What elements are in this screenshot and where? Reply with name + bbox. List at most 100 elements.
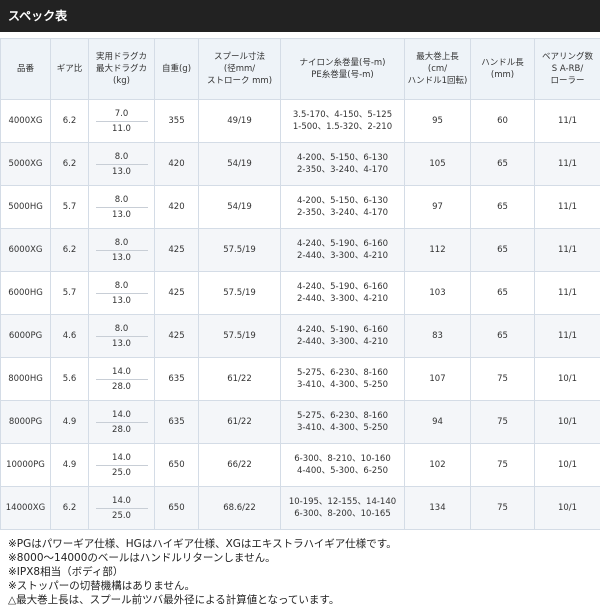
drag-practical: 14.0 xyxy=(95,365,148,380)
nylon-capacity: 5-275、6-230、8-160 xyxy=(296,411,389,421)
gear-ratio-cell: 6.2 xyxy=(50,99,89,143)
drag-max: 25.0 xyxy=(112,467,131,478)
spool-cell: 57.5/19 xyxy=(198,271,281,315)
gear-ratio-cell: 5.7 xyxy=(50,185,89,229)
retrieve-cell: 105 xyxy=(404,142,471,186)
handle-length-cell: 65 xyxy=(470,271,535,315)
model-cell: 5000XG xyxy=(0,142,51,186)
table-row: 10000PG 4.9 14.0 25.0 650 66/22 6-300、8-210、10… xyxy=(0,443,600,487)
gear-ratio-cell: 6.2 xyxy=(50,228,89,272)
spool-cell: 49/19 xyxy=(198,99,281,143)
line-capacity-cell: 4-200、5-150、6-130 2-350、3-240、4-170 xyxy=(280,142,405,186)
note-line: ※ストッパーの切替機構はありません。 xyxy=(8,580,195,592)
column-header: ベアリング数 S A-RB/ローラー xyxy=(534,38,600,100)
spool-cell: 68.6/22 xyxy=(198,486,281,530)
drag-max: 13.0 xyxy=(112,338,131,349)
bearing-cell: 10/1 xyxy=(534,486,600,530)
spool-cell: 66/22 xyxy=(198,443,281,487)
gear-ratio-cell: 4.9 xyxy=(50,400,89,444)
drag-cell: 14.0 25.0 xyxy=(88,443,155,487)
retrieve-cell: 97 xyxy=(404,185,471,229)
nylon-capacity: 4-240、5-190、6-160 xyxy=(296,282,389,292)
bearing-cell: 11/1 xyxy=(534,142,600,186)
spool-cell: 57.5/19 xyxy=(198,314,281,358)
retrieve-cell: 83 xyxy=(404,314,471,358)
table-row: 6000PG 4.6 8.0 13.0 425 57.5/19 4-240、5-190、6-… xyxy=(0,314,600,358)
model-cell: 8000PG xyxy=(0,400,51,444)
table-row: 8000HG 5.6 14.0 28.0 635 61/22 5-275、6-230、8-1… xyxy=(0,357,600,401)
drag-practical: 14.0 xyxy=(95,408,148,423)
drag-practical: 14.0 xyxy=(95,494,148,509)
gear-ratio-cell: 5.7 xyxy=(50,271,89,315)
model-cell: 10000PG xyxy=(0,443,51,487)
handle-length-cell: 65 xyxy=(470,228,535,272)
retrieve-cell: 103 xyxy=(404,271,471,315)
drag-cell: 8.0 13.0 xyxy=(88,142,155,186)
retrieve-cell: 112 xyxy=(404,228,471,272)
table-row: 8000PG 4.9 14.0 28.0 635 61/22 5-275、6-230、8-1… xyxy=(0,400,600,444)
line-capacity-cell: 6-300、8-210、10-160 4-400、5-300、6-250 xyxy=(280,443,405,487)
drag-max: 28.0 xyxy=(112,381,131,392)
bearing-cell: 10/1 xyxy=(534,443,600,487)
model-cell: 6000HG xyxy=(0,271,51,315)
weight-cell: 425 xyxy=(154,271,199,315)
spool-cell: 57.5/19 xyxy=(198,228,281,272)
column-header: 実用ドラグカ 最大ドラグカ (kg) xyxy=(88,38,155,100)
note-line: ※8000～14000のベールはハンドルリターンしません。 xyxy=(8,552,276,564)
line-capacity-cell: 4-200、5-150、6-130 2-350、3-240、4-170 xyxy=(280,185,405,229)
gear-ratio-cell: 6.2 xyxy=(50,142,89,186)
retrieve-cell: 102 xyxy=(404,443,471,487)
gear-ratio-cell: 4.9 xyxy=(50,443,89,487)
drag-max: 13.0 xyxy=(112,209,131,220)
model-cell: 4000XG xyxy=(0,99,51,143)
bearing-cell: 11/1 xyxy=(534,228,600,272)
pe-capacity: 2-440、3-300、4-210 xyxy=(296,251,389,261)
table-header-row: 品番 ギア比 実用ドラグカ 最大ドラグカ (kg) 自重(g) スプール寸法 (径mm/ストロ… xyxy=(0,38,600,100)
model-cell: 6000PG xyxy=(0,314,51,358)
nylon-capacity: 4-240、5-190、6-160 xyxy=(296,239,389,249)
drag-cell: 14.0 28.0 xyxy=(88,357,155,401)
model-cell: 8000HG xyxy=(0,357,51,401)
bearing-cell: 10/1 xyxy=(534,357,600,401)
pe-capacity: 2-350、3-240、4-170 xyxy=(296,208,389,218)
table-row: 4000XG 6.2 7.0 11.0 355 49/19 3.5-170、4-150、5-… xyxy=(0,99,600,143)
drag-cell: 8.0 13.0 xyxy=(88,228,155,272)
bearing-cell: 11/1 xyxy=(534,314,600,358)
column-header: スプール寸法 (径mm/ストローク mm) xyxy=(198,38,281,100)
drag-cell: 8.0 13.0 xyxy=(88,185,155,229)
line-capacity-cell: 4-240、5-190、6-160 2-440、3-300、4-210 xyxy=(280,314,405,358)
table-row: 6000XG 6.2 8.0 13.0 425 57.5/19 4-240、5-190、6-… xyxy=(0,228,600,272)
drag-practical: 7.0 xyxy=(95,107,148,122)
model-cell: 5000HG xyxy=(0,185,51,229)
table-body: 4000XG 6.2 7.0 11.0 355 49/19 3.5-170、4-150、5-… xyxy=(0,99,600,530)
line-capacity-cell: 4-240、5-190、6-160 2-440、3-300、4-210 xyxy=(280,271,405,315)
retrieve-cell: 94 xyxy=(404,400,471,444)
pe-capacity: 1-500、1.5-320、2-210 xyxy=(292,122,393,132)
weight-cell: 425 xyxy=(154,228,199,272)
drag-practical: 8.0 xyxy=(95,279,148,294)
model-cell: 14000XG xyxy=(0,486,51,530)
weight-cell: 635 xyxy=(154,357,199,401)
nylon-capacity: 5-275、6-230、8-160 xyxy=(296,368,389,378)
drag-max: 25.0 xyxy=(112,510,131,521)
drag-cell: 8.0 13.0 xyxy=(88,314,155,358)
handle-length-cell: 65 xyxy=(470,142,535,186)
pe-capacity: 2-440、3-300、4-210 xyxy=(296,337,389,347)
gear-ratio-cell: 4.6 xyxy=(50,314,89,358)
column-header: 最大巻上長 (cm/ハンドル1回転) xyxy=(404,38,471,100)
retrieve-cell: 134 xyxy=(404,486,471,530)
column-header: ギア比 xyxy=(50,38,89,100)
spool-cell: 54/19 xyxy=(198,185,281,229)
table-row: 6000HG 5.7 8.0 13.0 425 57.5/19 4-240、5-190、6-… xyxy=(0,271,600,315)
drag-cell: 14.0 25.0 xyxy=(88,486,155,530)
column-header: ナイロン糸巻量(号-m) PE糸巻量(号-m) xyxy=(280,38,405,100)
pe-capacity: 3-410、4-300、5-250 xyxy=(296,423,389,433)
table-row: 5000XG 6.2 8.0 13.0 420 54/19 4-200、5-150、6-13… xyxy=(0,142,600,186)
retrieve-cell: 95 xyxy=(404,99,471,143)
pe-capacity: 2-350、3-240、4-170 xyxy=(296,165,389,175)
drag-max: 28.0 xyxy=(112,424,131,435)
pe-capacity: 2-440、3-300、4-210 xyxy=(296,294,389,304)
line-capacity-cell: 10-195、12-155、14-140 6-300、8-200、10-165 xyxy=(280,486,405,530)
bearing-cell: 10/1 xyxy=(534,400,600,444)
drag-practical: 8.0 xyxy=(95,150,148,165)
